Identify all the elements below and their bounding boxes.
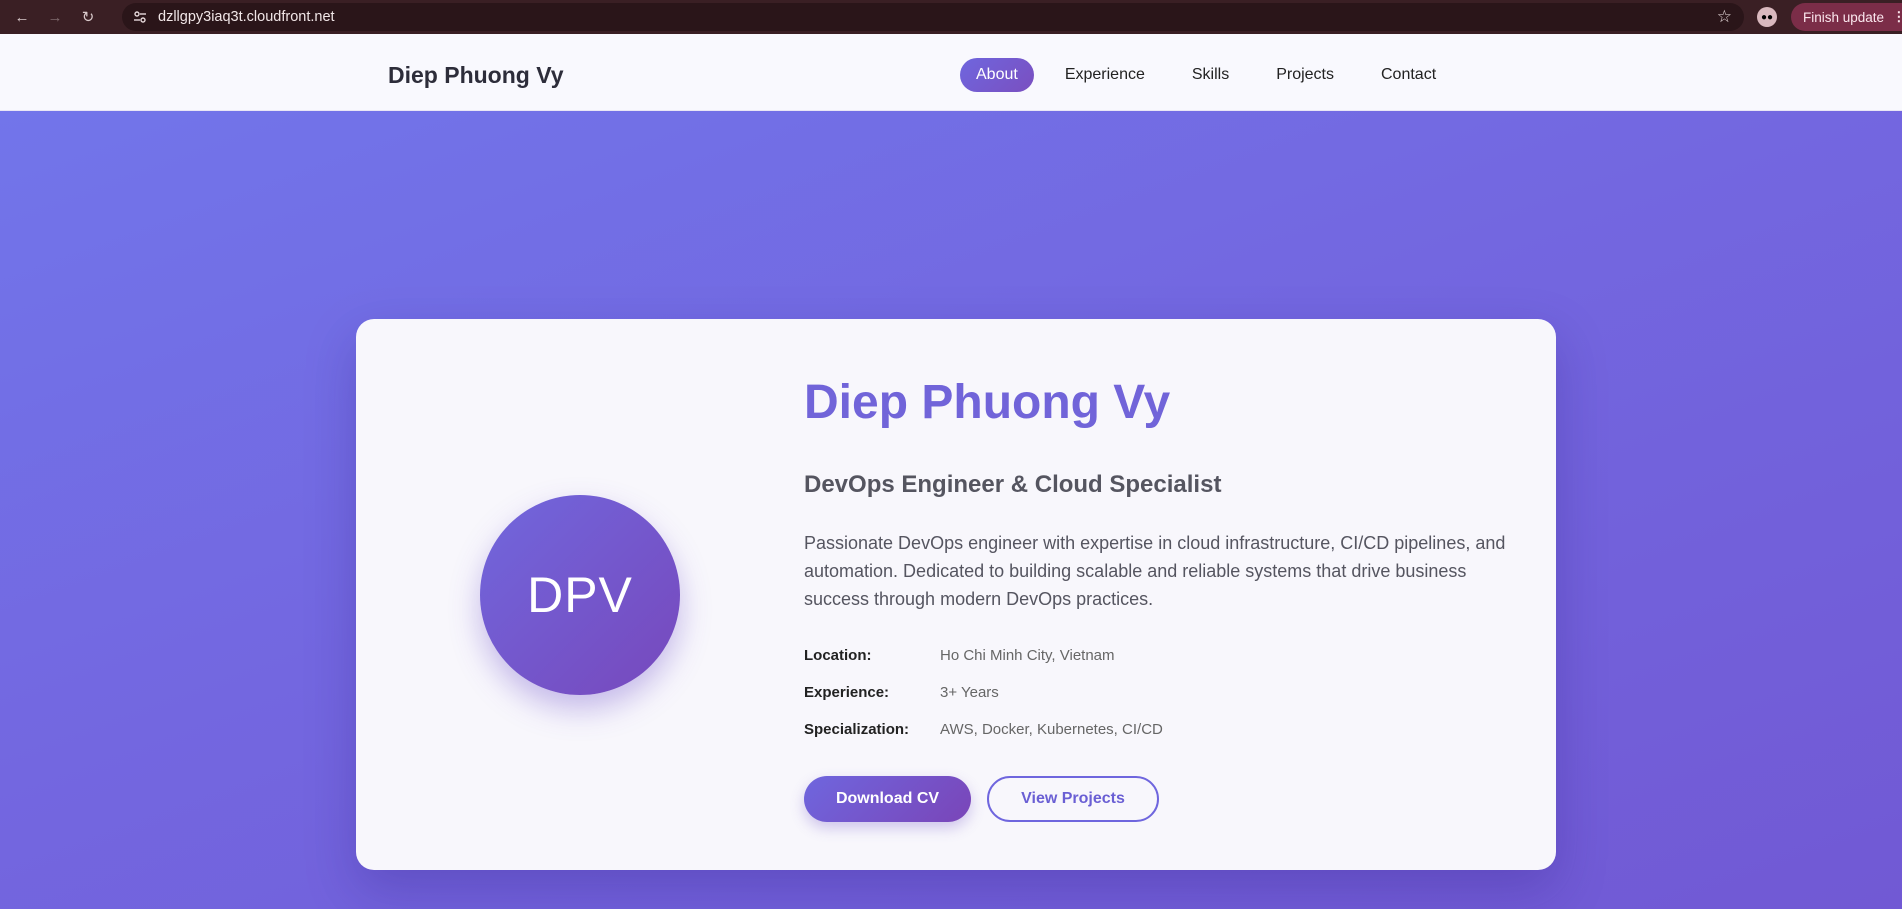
reload-icon[interactable]: ↻	[77, 6, 99, 28]
profile-bio: Passionate DevOps engineer with expertis…	[804, 533, 1506, 609]
avatar: DPV	[480, 495, 680, 695]
finish-update-button[interactable]: Finish update ⋮	[1791, 3, 1902, 31]
forward-icon[interactable]: →	[44, 6, 66, 28]
browser-toolbar: ← → ↻ dzllgpy3iaq3t.cloudfront.net ☆ ●● …	[0, 0, 1902, 34]
detail-label: Specialization:	[804, 721, 910, 738]
main-menu: About Experience Skills Projects Contact	[960, 58, 1467, 92]
finish-update-label: Finish update	[1803, 9, 1885, 25]
profile-avatar-icon[interactable]: ●●	[1757, 7, 1777, 27]
kebab-menu-icon[interactable]: ⋮	[1892, 9, 1902, 25]
detail-label: Location:	[804, 647, 872, 664]
profile-title: DevOps Engineer & Cloud Specialist	[804, 471, 1222, 498]
site-header: Diep Phuong Vy About Experience Skills P…	[0, 34, 1902, 111]
detail-value: Ho Chi Minh City, Vietnam	[940, 647, 1115, 664]
bookmark-star-icon[interactable]: ☆	[1717, 7, 1732, 27]
back-icon[interactable]: ←	[11, 6, 33, 28]
profile-card: DPV Diep Phuong Vy DevOps Engineer & Clo…	[356, 319, 1556, 870]
profile-name: Diep Phuong Vy	[804, 376, 1171, 429]
download-cv-button[interactable]: Download CV	[804, 776, 971, 822]
nav-item-skills[interactable]: Skills	[1176, 58, 1245, 92]
detail-value: 3+ Years	[940, 684, 999, 701]
detail-row-location: Location: Ho Chi Minh City, Vietnam	[804, 637, 1163, 674]
profile-details: Location: Ho Chi Minh City, Vietnam Expe…	[804, 637, 1163, 748]
site-brand[interactable]: Diep Phuong Vy	[388, 62, 564, 89]
nav-item-contact[interactable]: Contact	[1365, 58, 1452, 92]
detail-row-experience: Experience: 3+ Years	[804, 674, 1163, 711]
view-projects-button[interactable]: View Projects	[987, 776, 1159, 822]
detail-row-specialization: Specialization: AWS, Docker, Kubernetes,…	[804, 711, 1163, 748]
nav-item-projects[interactable]: Projects	[1260, 58, 1350, 92]
detail-label: Experience:	[804, 684, 890, 701]
address-bar[interactable]: dzllgpy3iaq3t.cloudfront.net ☆	[122, 3, 1744, 31]
hero-buttons: Download CV View Projects	[804, 776, 1159, 822]
site-settings-icon[interactable]	[130, 7, 150, 27]
nav-item-about[interactable]: About	[960, 58, 1034, 92]
nav-item-experience[interactable]: Experience	[1049, 58, 1161, 92]
url-text: dzllgpy3iaq3t.cloudfront.net	[158, 9, 335, 25]
detail-value: AWS, Docker, Kubernetes, CI/CD	[940, 721, 1163, 738]
